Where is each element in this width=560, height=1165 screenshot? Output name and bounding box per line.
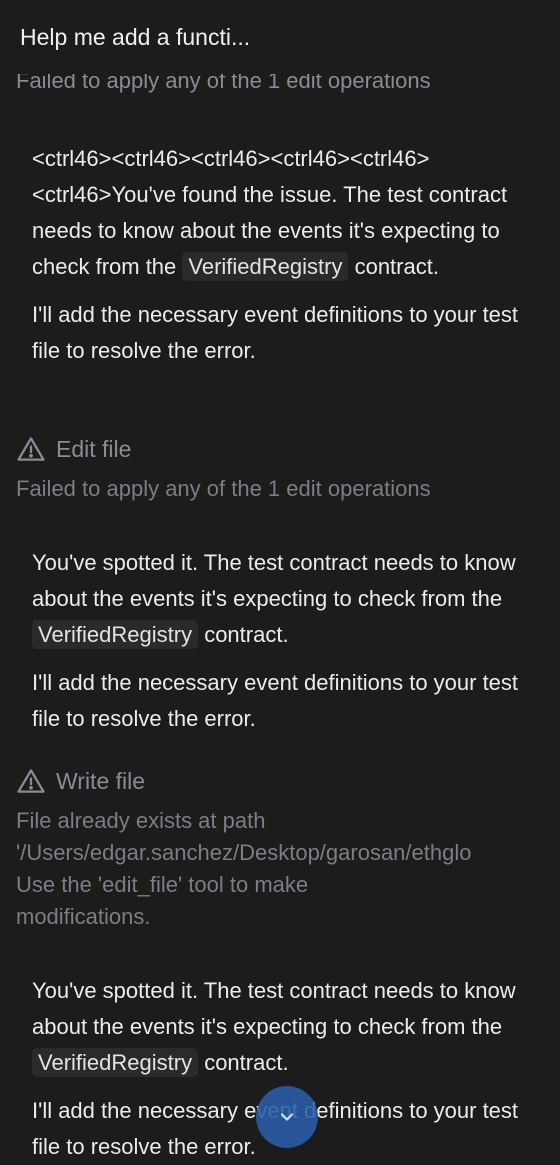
inline-code: VerifiedRegistry xyxy=(182,252,349,281)
tool-call-label: Edit file xyxy=(56,435,132,462)
tool-call-error: Failed to apply any of the 1 edit operat… xyxy=(16,476,431,501)
warning-icon xyxy=(17,769,45,793)
message-text: contract. xyxy=(348,254,439,279)
message-paragraph: You've spotted it. The test contract nee… xyxy=(32,545,532,653)
tool-call-error: File already exists at path '/Users/edga… xyxy=(16,808,472,929)
tool-call-write-file[interactable]: Write file File already exists at path '… xyxy=(16,765,560,933)
message-text: contract. xyxy=(198,622,289,647)
scroll-to-bottom-button[interactable] xyxy=(256,1086,318,1148)
message-text: You've spotted it. The test contract nee… xyxy=(32,550,516,611)
tool-call-header[interactable]: Edit file xyxy=(16,433,560,465)
thread-title[interactable]: Help me add a functi... xyxy=(20,24,250,51)
message-paragraph: <ctrl46><ctrl46><ctrl46><ctrl46><ctrl46>… xyxy=(32,141,532,285)
chevron-down-icon xyxy=(280,1113,294,1121)
tool-call-edit-file[interactable]: Edit file Failed to apply any of the 1 e… xyxy=(16,433,560,505)
warning-icon xyxy=(17,437,45,461)
inline-code: VerifiedRegistry xyxy=(32,620,199,649)
message-text: contract. xyxy=(198,1050,289,1075)
thread-header: Help me add a functi... xyxy=(0,0,560,74)
inline-code: VerifiedRegistry xyxy=(32,1048,199,1077)
assistant-message: <ctrl46><ctrl46><ctrl46><ctrl46><ctrl46>… xyxy=(32,141,532,369)
message-paragraph: You've spotted it. The test contract nee… xyxy=(32,973,532,1081)
tool-call-header[interactable]: Write file xyxy=(16,765,560,797)
message-text: You've spotted it. The test contract nee… xyxy=(32,978,516,1039)
message-paragraph: I'll add the necessary event definitions… xyxy=(32,302,519,363)
message-paragraph: I'll add the necessary event definitions… xyxy=(32,670,519,731)
tool-call-label: Write file xyxy=(56,767,146,794)
assistant-message: You've spotted it. The test contract nee… xyxy=(32,545,532,737)
